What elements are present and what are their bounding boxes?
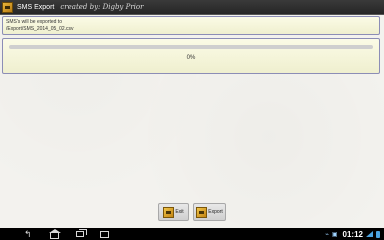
signal-icon — [366, 231, 373, 237]
battery-icon — [376, 230, 380, 238]
home-icon[interactable] — [49, 228, 61, 239]
progress-label: 0% — [186, 55, 196, 61]
notification-icon: ▣ — [331, 231, 338, 238]
export-path-text: /Export/SMS_2014_05_02.csv — [6, 26, 74, 32]
clock: 01:12 — [342, 229, 363, 239]
app-credit: created by: Digby Prior — [60, 3, 144, 11]
action-bar: SMS Export created by: Digby Prior — [0, 0, 384, 15]
exit-button[interactable]: Exit — [158, 203, 189, 221]
back-icon[interactable]: ↰ — [24, 228, 32, 240]
export-button[interactable]: Export — [193, 203, 226, 221]
exit-icon — [163, 206, 175, 218]
usb-icon: ⌁ — [325, 231, 329, 238]
progress-track — [9, 45, 373, 49]
system-bar: ↰ ⌁ ▣ 01:12 — [0, 228, 384, 240]
app-title: SMS Export — [17, 3, 55, 11]
exit-button-label: Exit — [175, 209, 184, 215]
export-icon — [196, 206, 208, 218]
progress-panel: 0% — [2, 38, 380, 74]
status-area: ⌁ ▣ 01:12 — [325, 228, 380, 240]
export-info-text: SMS's will be exported to — [6, 19, 62, 25]
app-icon[interactable] — [2, 1, 13, 13]
screenshot-icon[interactable] — [100, 230, 109, 238]
recent-apps-icon[interactable] — [76, 229, 87, 237]
export-button-label: Export — [208, 209, 223, 215]
export-info-panel: SMS's will be exported to /Export/SMS_20… — [2, 16, 380, 35]
